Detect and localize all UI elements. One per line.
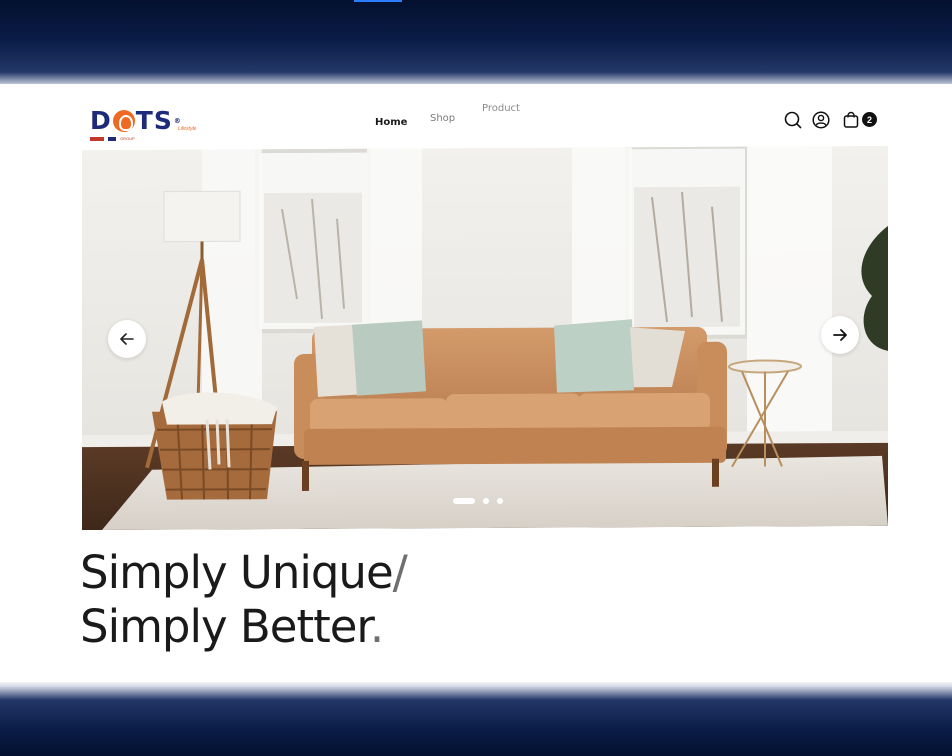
bag-icon[interactable] <box>842 111 860 129</box>
logo-subline: GROUP <box>90 136 135 141</box>
hero-headline: Simply Unique/ Simply Better. <box>80 546 408 654</box>
user-icon[interactable] <box>812 111 830 129</box>
slider-pagination <box>453 498 503 504</box>
nav-home[interactable]: Home <box>375 117 407 128</box>
bulb-icon <box>112 110 135 132</box>
headline-text-2: Simply Better <box>80 600 371 653</box>
nav-shop[interactable]: Shop <box>430 113 455 124</box>
hero-image <box>82 145 888 531</box>
search-icon[interactable] <box>784 111 802 129</box>
bag-icon-graphic <box>843 111 859 128</box>
window-accent-bar <box>354 0 402 2</box>
hero-slider[interactable] <box>82 145 888 531</box>
headline-text-1: Simply Unique <box>80 546 394 599</box>
headline-line-1: Simply Unique/ <box>80 546 408 600</box>
headline-slash: / <box>392 546 408 599</box>
slider-next-button[interactable] <box>821 316 859 354</box>
logo-sub-mark <box>90 136 104 141</box>
nav-product[interactable]: Product <box>482 103 520 114</box>
slide-dot-1[interactable] <box>453 498 475 504</box>
user-icon-graphic <box>812 111 830 129</box>
screen: D TS ® Lifestyle GROUP Home Shop Product <box>0 0 952 756</box>
slider-prev-button[interactable] <box>108 320 146 358</box>
brand-logo[interactable]: D TS ® Lifestyle GROUP <box>90 108 200 146</box>
logo-sub-text: GROUP <box>120 136 135 141</box>
arrow-left-icon <box>120 333 134 345</box>
cart-count-badge: 2 <box>862 112 877 127</box>
logo-letters-ts: TS <box>135 106 173 135</box>
headline-line-2: Simply Better. <box>80 600 407 654</box>
slide-dot-3[interactable] <box>497 498 503 504</box>
arrow-right-icon <box>833 329 847 341</box>
logo-letter-d: D <box>90 106 112 135</box>
logo-tagline: Lifestyle <box>178 126 197 132</box>
search-icon-graphic <box>784 111 802 129</box>
logo-sub-mark-blue <box>108 136 116 141</box>
headline-period: . <box>369 600 384 653</box>
slide-dot-2[interactable] <box>483 498 489 504</box>
